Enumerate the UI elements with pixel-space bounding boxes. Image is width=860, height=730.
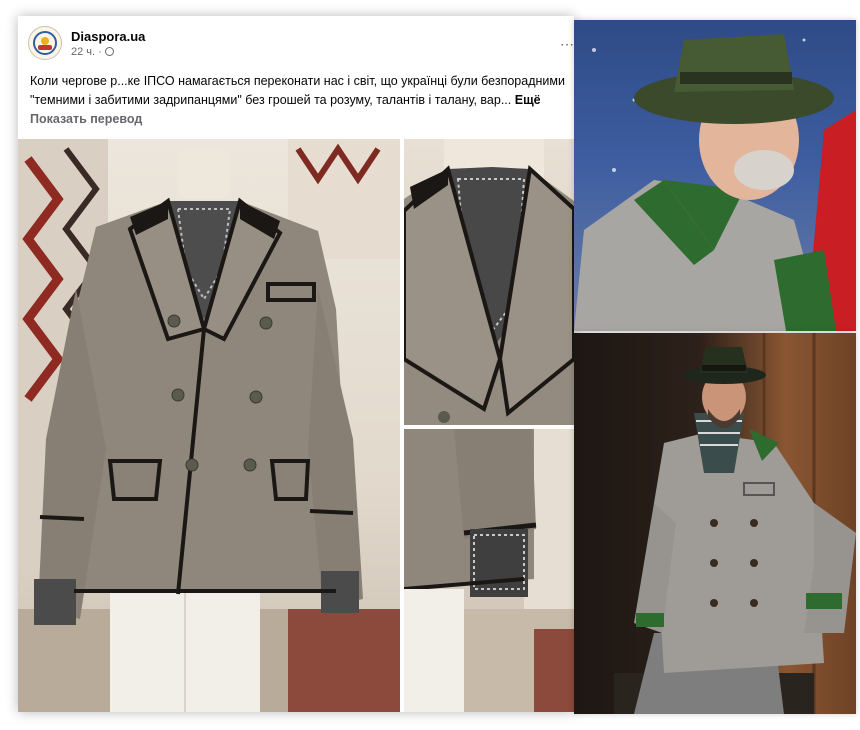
page-avatar[interactable] — [28, 26, 62, 60]
more-options-icon[interactable]: ⋯ — [560, 36, 574, 53]
post-text: Коли чергове р...ке ІПСО намагається пер… — [30, 72, 566, 110]
page-name-link[interactable]: Diaspora.ua — [71, 29, 145, 44]
photo-man-grey-coat[interactable] — [574, 333, 856, 714]
photo-jacket-mannequin[interactable] — [18, 139, 400, 712]
photo-man-green-hat[interactable] — [574, 20, 856, 331]
post-meta: Diaspora.ua 22 ч. · — [71, 29, 145, 58]
see-more-link[interactable]: Ещё — [515, 93, 541, 107]
facebook-post-card: Diaspora.ua 22 ч. · ⋯ Коли чергове р...к… — [18, 16, 574, 712]
show-translation-link[interactable]: Показать перевод — [30, 112, 142, 126]
photo-collar-closeup[interactable] — [404, 139, 574, 425]
post-body-text: Коли чергове р...ке ІПСО намагається пер… — [30, 74, 565, 107]
post-header: Diaspora.ua 22 ч. · — [28, 26, 145, 60]
globe-icon — [104, 47, 114, 56]
meta-separator: · — [98, 45, 102, 58]
diaspora-logo-icon — [33, 31, 57, 55]
post-timestamp[interactable]: 22 ч. — [71, 46, 95, 58]
photo-grid — [18, 139, 574, 712]
post-time-row: 22 ч. · — [71, 46, 145, 58]
photo-cuff-closeup[interactable] — [404, 429, 574, 712]
